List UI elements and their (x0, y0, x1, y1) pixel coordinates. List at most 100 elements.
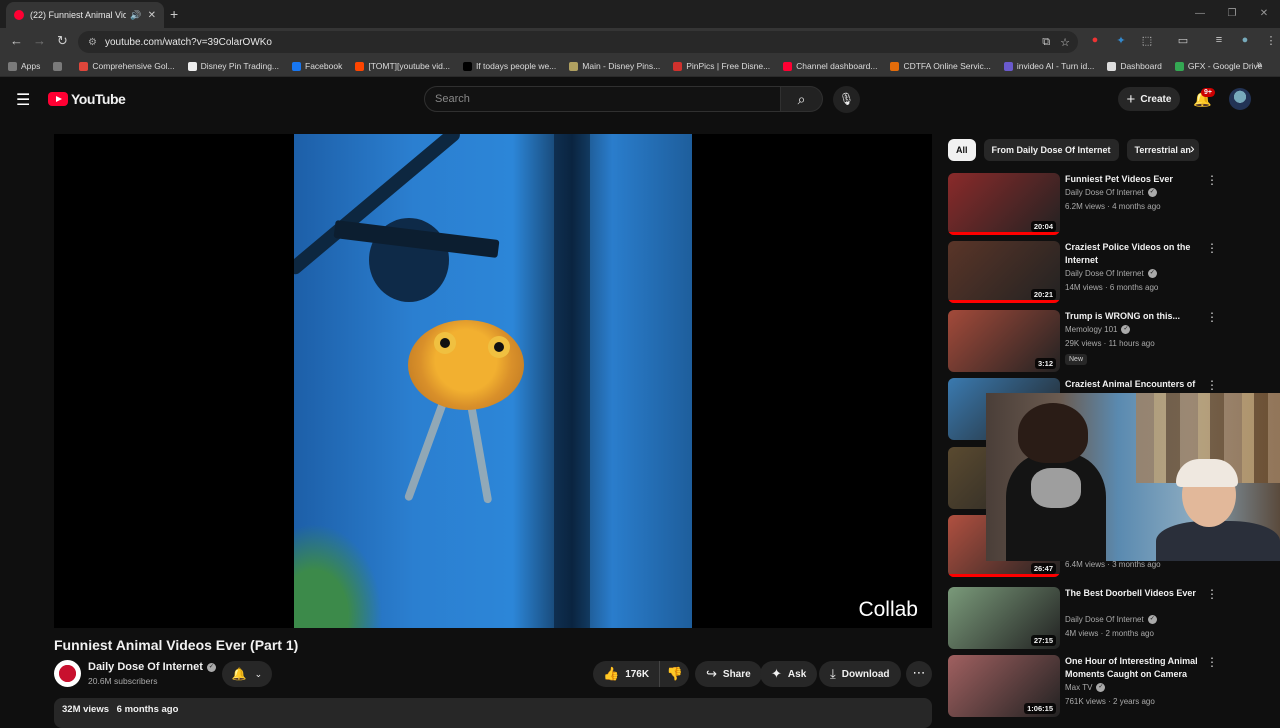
like-button[interactable]: 👍 176K (593, 661, 661, 687)
youtube-logo[interactable]: YouTube (48, 91, 126, 107)
address-bar[interactable]: ⚙ youtube.com/watch?v=39ColarOWKo ⧉ ☆ (78, 31, 1078, 53)
recommendation-item[interactable]: 1:06:15 One Hour of Interesting Animal Mo… (948, 655, 1248, 717)
recommendation-channel[interactable]: Daily Dose Of Internet ✓ (1065, 615, 1157, 624)
bookmark-item[interactable]: Comprehensive Gol... (79, 61, 175, 71)
recommendation-thumbnail[interactable]: 3:12 (948, 310, 1060, 372)
chrome-menu-icon[interactable]: ⋮ (1264, 34, 1278, 48)
site-info-icon[interactable]: ⚙ (88, 37, 97, 48)
chevron-right-icon[interactable]: › (1190, 140, 1195, 156)
extension-red-icon[interactable]: ● (1088, 34, 1102, 48)
bookmark-favicon-icon (569, 61, 579, 71)
bookmark-item[interactable]: Facebook (292, 61, 342, 71)
recommendation-item[interactable]: 27:15 The Best Doorbell Videos Ever Daily … (948, 587, 1248, 649)
media-control-icon[interactable]: ≡ (1212, 34, 1226, 48)
recommendation-thumbnail[interactable]: 20:21 (948, 241, 1060, 303)
speaker-icon[interactable]: 🔊 (130, 10, 141, 21)
bookmark-item[interactable]: Channel dashboard... (783, 61, 877, 71)
more-options-icon[interactable]: ⋮ (1206, 310, 1218, 324)
video-player[interactable]: Collab (54, 134, 932, 628)
subscribed-notifications-button[interactable]: 🔔 ⌄ (222, 661, 272, 687)
recommendation-channel[interactable]: Max TV ✓ (1065, 683, 1106, 692)
profile-icon[interactable]: ● (1238, 34, 1252, 48)
maximize-button[interactable]: ❐ (1216, 0, 1248, 28)
browser-tab[interactable]: (22) Funniest Animal Video 🔊 ✕ (6, 2, 164, 28)
channel-name[interactable]: Daily Dose Of Internet ✓ (88, 661, 216, 673)
download-button[interactable]: ⤓ Download (819, 661, 901, 687)
bookmark-favicon-icon (8, 61, 17, 71)
more-options-icon[interactable]: ⋮ (1206, 241, 1218, 255)
hamburger-menu-icon[interactable]: ☰ (16, 90, 30, 110)
search-input[interactable]: Search (424, 86, 781, 112)
more-bookmarks-icon[interactable]: » (1256, 59, 1262, 70)
bookmark-item[interactable]: Disney Pin Trading... (187, 61, 279, 71)
bookmark-label: CDTFA Online Servic... (903, 61, 991, 71)
side-panel-icon[interactable]: ▭ (1176, 34, 1190, 48)
chip-0[interactable]: All (948, 139, 976, 161)
bookmark-item[interactable]: [TOMT][youtube vid... (355, 61, 450, 71)
bookmark-favicon-icon (783, 61, 793, 71)
bookmark-item[interactable]: CDTFA Online Servic... (890, 61, 991, 71)
dislike-button[interactable]: 👎 (660, 666, 689, 682)
recommendation-channel[interactable]: Daily Dose Of Internet ✓ (1065, 269, 1157, 278)
more-actions-icon[interactable]: ⋯ (906, 661, 932, 687)
watch-progress-bar (948, 232, 1060, 235)
more-options-icon[interactable]: ⋮ (1206, 655, 1218, 669)
recommendation-item[interactable]: 20:04 Funniest Pet Videos Ever Daily Dose … (948, 173, 1248, 235)
recommendation-channel[interactable]: Memology 101 ✓ (1065, 325, 1131, 334)
channel-avatar[interactable] (54, 660, 81, 687)
extensions-puzzle-icon[interactable]: ⬚ (1140, 34, 1154, 48)
bookmark-item[interactable]: invideo AI - Turn id... (1003, 61, 1094, 71)
bookmark-item[interactable]: Apps (8, 61, 40, 71)
verified-check-icon: ✓ (1121, 325, 1131, 334)
description-box[interactable]: 32M views 6 months ago (54, 698, 932, 728)
recommendation-title[interactable]: Trump is WRONG on this... (1065, 310, 1205, 323)
bookmark-item[interactable]: GFX - Google Drive (1174, 61, 1263, 71)
verified-check-icon: ✓ (206, 662, 216, 672)
new-tab-button[interactable]: + (170, 6, 178, 22)
bookmark-favicon-icon (187, 61, 197, 71)
bookmark-favicon-icon (355, 61, 365, 71)
more-options-icon[interactable]: ⋮ (1206, 378, 1218, 392)
bookmark-item[interactable]: Dashboard (1107, 61, 1162, 71)
microphone-icon[interactable]: 🎙 (833, 86, 860, 113)
channel-name-text[interactable]: Daily Dose Of Internet (88, 661, 203, 673)
recommendation-title[interactable]: Craziest Animal Encounters of (1065, 378, 1205, 391)
extension-blue-icon[interactable]: ✦ (1114, 34, 1128, 48)
recommendation-channel[interactable]: Daily Dose Of Internet ✓ (1065, 188, 1157, 197)
recommendation-thumbnail[interactable]: 20:04 (948, 173, 1060, 235)
chip-2[interactable]: Terrestrial an (1126, 139, 1199, 161)
recommendation-item[interactable]: 3:12 Trump is WRONG on this... Memology 10… (948, 310, 1248, 372)
recommendation-item[interactable]: 20:21 Craziest Police Videos on the Inter… (948, 241, 1248, 303)
more-options-icon[interactable]: ⋮ (1206, 173, 1218, 187)
recommendation-thumbnail[interactable]: 27:15 (948, 587, 1060, 649)
recommendation-title[interactable]: Funniest Pet Videos Ever (1065, 173, 1205, 186)
install-app-icon[interactable]: ⧉ (1042, 36, 1050, 49)
account-avatar[interactable] (1229, 88, 1251, 110)
bookmark-item[interactable]: PinPics | Free Disne... (673, 61, 770, 71)
share-button[interactable]: ↪ Share (695, 661, 762, 687)
close-window-button[interactable]: ✕ (1248, 0, 1280, 28)
bookmark-item[interactable]: Main - Disney Pins... (569, 61, 660, 71)
ask-button[interactable]: ✦ Ask (760, 661, 818, 687)
reload-icon[interactable]: ↻ (57, 33, 68, 49)
create-button[interactable]: + Create (1118, 87, 1180, 111)
recommendation-title[interactable]: The Best Doorbell Videos Ever (1065, 587, 1205, 600)
download-icon: ⤓ (830, 666, 836, 681)
recommendation-title[interactable]: Craziest Police Videos on the Internet (1065, 241, 1205, 267)
minimize-button[interactable]: — (1184, 0, 1216, 28)
recommendation-title[interactable]: One Hour of Interesting Animal Moments C… (1065, 655, 1205, 681)
search-icon[interactable]: ⌕ (781, 86, 823, 112)
back-icon[interactable]: ← (10, 33, 23, 48)
recommendation-meta: 6.2M views · 4 months ago (1065, 202, 1161, 211)
recommendation-thumbnail[interactable]: 1:06:15 (948, 655, 1060, 717)
collab-watermark: Collab (858, 598, 918, 621)
bookmark-item[interactable] (53, 61, 66, 71)
bookmark-star-icon[interactable]: ☆ (1060, 36, 1070, 49)
bookmarks-bar: Apps Comprehensive Gol... Disney Pin Tradi… (0, 56, 1280, 77)
forward-icon[interactable]: → (33, 33, 46, 48)
duration-badge: 20:04 (1030, 221, 1056, 232)
close-tab-icon[interactable]: ✕ (148, 10, 156, 21)
bookmark-item[interactable]: If todays people we... (462, 61, 556, 71)
chip-1[interactable]: From Daily Dose Of Internet (983, 139, 1119, 161)
more-options-icon[interactable]: ⋮ (1206, 587, 1218, 601)
